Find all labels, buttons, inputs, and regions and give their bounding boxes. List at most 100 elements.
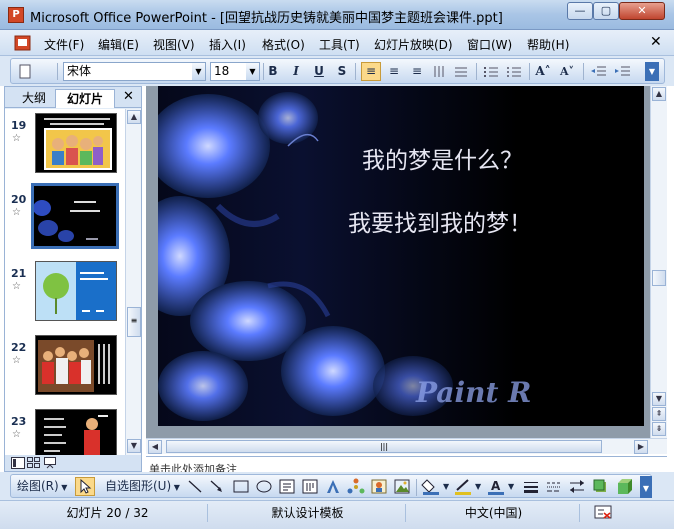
font-color-icon[interactable]: A	[486, 477, 508, 496]
bold-button[interactable]: B	[263, 62, 283, 81]
menu-window[interactable]: 窗口(W)	[467, 36, 512, 53]
tab-outline[interactable]: 大纲	[13, 89, 55, 108]
menu-help[interactable]: 帮助(H)	[527, 36, 569, 53]
font-name-value: 宋体	[67, 64, 92, 78]
autoshapes-menu-button[interactable]: 自选图形(U) ▼	[105, 477, 180, 496]
chevron-down-icon[interactable]: ▼	[508, 477, 514, 496]
shadow-button[interactable]: S	[332, 62, 352, 81]
slide-thumbnail-19[interactable]	[35, 113, 117, 173]
title-bar: P Microsoft Office PowerPoint - [回望抗战历史铸…	[0, 0, 674, 30]
slide-counter: 幻灯片 20 / 32	[8, 504, 208, 522]
menu-edit[interactable]: 编辑(E)	[98, 36, 139, 53]
next-slide-button[interactable]: ⇟	[652, 422, 666, 436]
toolbar-options-icon[interactable]: ▼	[645, 62, 659, 81]
slide-text-line-1[interactable]: 我的梦是什么？	[362, 141, 523, 175]
slide-vertical-scrollbar[interactable]: ▲ ▼ ⇞ ⇟	[650, 86, 667, 438]
tab-slides[interactable]: 幻灯片	[55, 89, 115, 108]
current-slide[interactable]: 我的梦是什么？ 我要找到我的梦！ Paint R	[158, 86, 644, 426]
menu-file[interactable]: 文件(F)	[44, 36, 84, 53]
scroll-left-button[interactable]: ◀	[148, 440, 162, 454]
slide-thumbnail-20[interactable]	[31, 183, 119, 249]
notes-placeholder[interactable]: 单击此处添加备注	[149, 461, 237, 472]
3d-style-icon[interactable]	[615, 477, 635, 496]
underline-button[interactable]: U	[309, 62, 329, 81]
scroll-down-button[interactable]: ▼	[652, 392, 666, 406]
arrow-style-icon[interactable]	[567, 477, 587, 496]
slide-number: 22	[11, 341, 27, 354]
clip-art-icon[interactable]	[369, 477, 389, 496]
scroll-thumb[interactable]	[652, 270, 666, 286]
italic-button[interactable]: I	[286, 62, 306, 81]
scroll-up-button[interactable]: ▲	[127, 110, 141, 124]
slide-thumbnail-23[interactable]	[35, 409, 117, 455]
increase-font-size-button[interactable]: A˄	[533, 62, 553, 81]
powerpoint-app-icon[interactable]: P	[8, 7, 24, 23]
menu-view[interactable]: 视图(V)	[153, 36, 195, 53]
slide-transition-icon: ☆	[12, 355, 21, 366]
shadow-style-icon[interactable]	[591, 477, 611, 496]
align-center-button[interactable]: ≡	[384, 62, 404, 81]
spelling-check-icon[interactable]	[594, 505, 612, 520]
oval-tool-icon[interactable]	[254, 477, 274, 496]
bulleted-list-icon[interactable]	[504, 62, 524, 81]
menu-insert[interactable]: 插入(I)	[209, 36, 246, 53]
new-document-icon[interactable]	[15, 62, 35, 81]
decrease-indent-icon[interactable]	[589, 62, 609, 81]
slide-text-line-2[interactable]: 我要找到我的梦！	[348, 204, 532, 238]
line-color-icon[interactable]	[453, 477, 475, 496]
menu-tools[interactable]: 工具(T)	[319, 36, 360, 53]
font-size-select[interactable]: 18 ▼	[210, 62, 260, 81]
select-objects-button[interactable]	[75, 477, 95, 496]
notes-pane[interactable]: 单击此处添加备注	[146, 456, 667, 472]
document-menu-icon[interactable]	[14, 35, 32, 51]
slideshow-view-icon[interactable]	[43, 457, 57, 469]
svg-text:A: A	[491, 479, 501, 493]
scroll-thumb[interactable]: |||	[166, 440, 602, 453]
chevron-down-icon[interactable]: ▼	[443, 477, 449, 496]
wordart-icon[interactable]	[323, 477, 343, 496]
close-document-button[interactable]: ✕	[650, 34, 662, 50]
insert-picture-icon[interactable]	[392, 477, 412, 496]
dash-style-icon[interactable]	[544, 477, 564, 496]
slide-sorter-view-icon[interactable]	[27, 457, 41, 469]
vertical-text-box-icon[interactable]	[300, 477, 320, 496]
rectangle-tool-icon[interactable]	[231, 477, 251, 496]
scroll-right-button[interactable]: ▶	[634, 440, 648, 454]
close-window-button[interactable]: ✕	[619, 2, 665, 20]
menu-format[interactable]: 格式(O)	[262, 36, 305, 53]
slide-horizontal-scrollbar[interactable]: ◀ ||| ▶	[146, 438, 667, 454]
design-template-name[interactable]: 默认设计模板	[210, 504, 406, 522]
chevron-down-icon[interactable]: ▼	[475, 477, 481, 496]
fill-color-icon[interactable]	[421, 477, 443, 496]
toolbar-options-icon[interactable]: ▼	[640, 476, 652, 498]
font-name-select[interactable]: 宋体 ▼	[63, 62, 206, 81]
line-tool-icon[interactable]	[185, 477, 205, 496]
decrease-font-size-button[interactable]: A˅	[557, 62, 577, 81]
scroll-up-button[interactable]: ▲	[652, 87, 666, 101]
draw-menu-button[interactable]: 绘图(R) ▼	[17, 477, 67, 496]
slide-thumbnail-21[interactable]	[35, 261, 117, 321]
slide-number: 19	[11, 119, 27, 132]
normal-view-icon[interactable]	[11, 457, 25, 469]
minimize-button[interactable]: —	[567, 2, 593, 20]
diagram-icon[interactable]	[346, 477, 366, 496]
close-panel-button[interactable]: ✕	[123, 89, 134, 104]
draw-menu-label: 绘图(R)	[17, 479, 59, 493]
increase-indent-icon[interactable]	[613, 62, 633, 81]
menu-slideshow[interactable]: 幻灯片放映(D)	[374, 36, 453, 53]
scroll-down-button[interactable]: ▼	[127, 439, 141, 453]
align-right-button[interactable]: ≡	[407, 62, 427, 81]
slide-list-scrollbar[interactable]: ▲ ≡ ▼	[125, 109, 141, 455]
slides-outline-panel: 大纲 幻灯片 ✕ 19 ☆ 20 ☆ 21 ☆ 22 ☆ 23 ☆ ▲ ≡ ▼	[4, 86, 142, 472]
numbered-list-icon[interactable]	[481, 62, 501, 81]
text-direction-icon[interactable]	[430, 62, 450, 81]
scroll-thumb[interactable]: ≡	[127, 307, 141, 337]
distribute-icon[interactable]	[451, 62, 471, 81]
text-box-icon[interactable]	[277, 477, 297, 496]
line-style-icon[interactable]	[521, 477, 541, 496]
previous-slide-button[interactable]: ⇞	[652, 407, 666, 421]
maximize-button[interactable]: ▢	[593, 2, 619, 20]
align-left-button[interactable]: ≡	[361, 62, 381, 81]
slide-thumbnail-22[interactable]	[35, 335, 117, 395]
arrow-tool-icon[interactable]	[207, 477, 227, 496]
